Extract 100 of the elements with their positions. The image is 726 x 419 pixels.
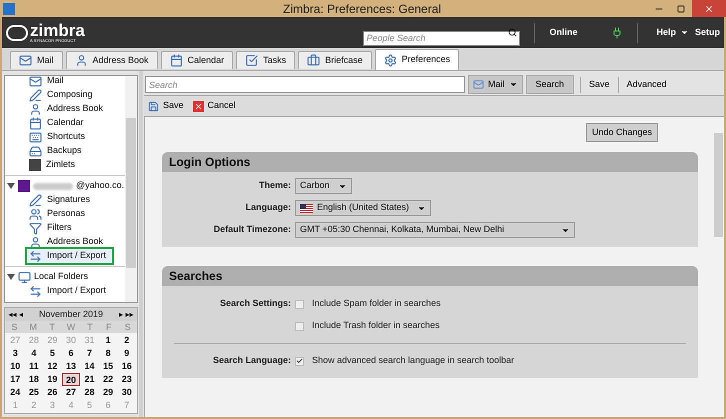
checkbox[interactable]	[295, 322, 304, 330]
app-icon	[3, 2, 15, 14]
advanced-search-button[interactable]: Advanced	[622, 78, 672, 92]
app-tab[interactable]: Calendar	[160, 51, 234, 69]
calendar-day[interactable]: 3	[6, 347, 25, 360]
calendar-day[interactable]: 18	[24, 373, 44, 386]
calendar-day[interactable]: 4	[24, 347, 44, 360]
calendar-day[interactable]: 1	[98, 334, 118, 347]
first-button[interactable]: ◂◂	[8, 308, 17, 320]
person-icon	[74, 54, 88, 67]
tree-item[interactable]: Signatures	[27, 193, 96, 207]
next-button[interactable]: ▸	[117, 308, 125, 320]
envelope-icon	[29, 76, 42, 88]
section-title: Login Options	[169, 154, 250, 171]
tree-item[interactable]: Shortcuts	[27, 130, 92, 144]
dropdown-value: English (United States)	[317, 201, 410, 214]
app-tab[interactable]: Mail	[10, 51, 63, 69]
person-icon	[29, 102, 42, 116]
search-button[interactable]: Search	[526, 75, 574, 94]
calendar-day[interactable]: 16	[117, 360, 136, 373]
calendar-day[interactable]: 15	[98, 360, 118, 373]
arrows-icon	[29, 284, 42, 298]
calendar-day[interactable]: 29	[98, 386, 118, 399]
setup-button[interactable]: Setup	[694, 26, 720, 40]
dropdown[interactable]: Carbon	[295, 178, 352, 194]
calendar-day[interactable]: 26	[43, 386, 62, 399]
app-tab[interactable]: Briefcase	[298, 51, 372, 69]
calendar-day[interactable]: 12	[43, 360, 62, 373]
dropdown[interactable]: GMT +05:30 Chennai, Kolkata, Mumbai, New Delhi	[295, 222, 575, 238]
tree-item[interactable]: Composing	[27, 88, 99, 102]
scrollbar[interactable]	[125, 76, 137, 302]
calendar-day[interactable]: 20	[62, 373, 80, 386]
tree-item[interactable]: Filters	[27, 221, 78, 235]
weekday-label: M	[28, 321, 38, 334]
tree-item[interactable]: Calendar	[27, 116, 90, 130]
tree-item[interactable]: Backups	[27, 144, 88, 158]
search-icon	[508, 28, 518, 37]
people-icon	[29, 208, 42, 220]
dropdown-value: Carbon	[300, 179, 330, 192]
app-tab[interactable]: Preferences	[374, 49, 460, 70]
dropdown-value: GMT +05:30 Chennai, Kolkata, Mumbai, New Delhi	[300, 223, 506, 236]
tree-item[interactable]: Import / Export	[27, 284, 112, 298]
tree-item[interactable]: Mail	[27, 76, 70, 88]
checkbox-label: Include Spam folder in searches	[312, 297, 441, 310]
search-field[interactable]: Search	[145, 76, 465, 93]
checkbox[interactable]	[295, 300, 304, 308]
calendar-day[interactable]: 28	[80, 386, 99, 399]
tree-item[interactable]: Local Folders	[34, 270, 88, 284]
save-button[interactable]: Save	[148, 99, 184, 113]
undo-changes-button[interactable]: Undo Changes	[586, 123, 658, 142]
calendar-day[interactable]: 23	[117, 373, 136, 386]
last-button[interactable]: ▸▸	[125, 308, 134, 320]
tree-item[interactable]: Address Book	[27, 102, 110, 116]
calendar-day[interactable]: 17	[6, 373, 25, 386]
calendar-day[interactable]: 6	[62, 347, 80, 360]
field-label: Theme:	[258, 179, 291, 192]
month-title: November 2019	[38, 308, 104, 321]
close-icon	[704, 4, 714, 14]
calendar-day[interactable]: 7	[80, 347, 99, 360]
calendar-day[interactable]: 5	[43, 347, 62, 360]
field-label: Language:	[245, 201, 291, 214]
tree-item[interactable]: @yahoo.co.	[76, 179, 124, 193]
tree-item[interactable]: Address Book	[27, 235, 110, 249]
save-search-button[interactable]: Save	[584, 78, 615, 92]
calendar-day[interactable]: 22	[98, 373, 118, 386]
pencil-icon	[29, 194, 42, 206]
calendar-day[interactable]: 10	[6, 360, 25, 373]
calendar-day[interactable]: 9	[117, 347, 136, 360]
calendar-day[interactable]: 27	[62, 386, 80, 399]
previous-button[interactable]: ◂	[17, 308, 25, 320]
tree-item[interactable]: Import / Export	[27, 249, 112, 263]
calendar-day[interactable]: 14	[80, 360, 99, 373]
tree-item[interactable]: Zimlets	[27, 158, 81, 172]
monitor-icon	[18, 270, 31, 284]
collapse-triangle-icon[interactable]	[7, 274, 15, 280]
calendar-day[interactable]: 19	[43, 373, 62, 386]
calendar-day[interactable]: 13	[62, 360, 80, 373]
calendar-day[interactable]: 8	[98, 347, 118, 360]
plug-icon	[611, 26, 624, 38]
app-tab[interactable]: Tasks	[236, 51, 296, 69]
search-scope-dropdown[interactable]: Mail	[468, 75, 523, 94]
calendar-day[interactable]: 2	[117, 334, 136, 347]
help-button[interactable]: Help	[656, 26, 676, 40]
app-tab[interactable]: Address Book	[66, 51, 158, 69]
calendar-day[interactable]: 30	[117, 386, 136, 399]
people-search-field[interactable]: People Search	[363, 30, 520, 46]
tree-item[interactable]: Personas	[27, 207, 92, 221]
caret-icon	[508, 80, 518, 89]
calendar-day[interactable]: 21	[80, 373, 99, 386]
caret-icon[interactable]	[680, 28, 689, 37]
calendar-day[interactable]: 25	[24, 386, 44, 399]
cancel-button[interactable]: Cancel	[192, 99, 236, 113]
dropdown[interactable]: English (United States)	[295, 200, 432, 216]
drive-icon	[29, 144, 42, 158]
calendar-day[interactable]: 24	[6, 386, 25, 399]
weekday-label: T	[48, 321, 56, 334]
checkbox[interactable]	[295, 356, 304, 366]
check-icon	[296, 357, 303, 365]
maximize-icon	[677, 4, 685, 12]
calendar-day[interactable]: 11	[24, 360, 44, 373]
